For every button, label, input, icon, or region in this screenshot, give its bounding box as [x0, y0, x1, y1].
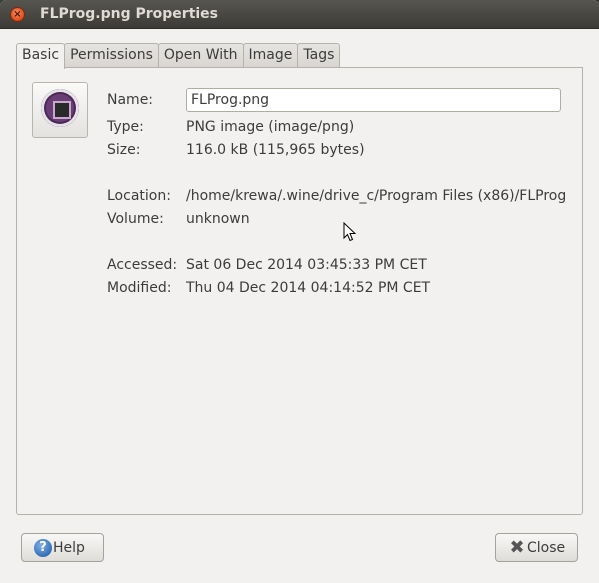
question-icon: ? — [34, 538, 52, 557]
accessed-value: Sat 06 Dec 2014 03:45:33 PM CET — [186, 257, 427, 273]
window-close-button[interactable]: × — [10, 7, 25, 22]
thumbnail-image — [41, 89, 79, 127]
file-thumbnail[interactable] — [32, 82, 88, 138]
title-bar[interactable]: × FLProg.png Properties — [0, 0, 599, 29]
cursor-arrow-icon — [343, 221, 357, 242]
properties-window: × FLProg.png Properties Basic Permission… — [0, 0, 599, 583]
size-label: Size: — [107, 142, 141, 158]
modified-value: Thu 04 Dec 2014 04:14:52 PM CET — [186, 280, 431, 296]
tab-image[interactable]: Image — [242, 43, 299, 68]
location-label: Location: — [107, 188, 171, 204]
close-button-label: Close — [527, 539, 566, 556]
basic-panel: Name: Type: PNG image (image/png) Size: … — [16, 67, 583, 515]
help-button-label: Help — [53, 539, 85, 556]
tab-permissions[interactable]: Permissions — [64, 43, 159, 68]
name-field[interactable] — [186, 88, 561, 112]
tab-tags[interactable]: Tags — [297, 43, 341, 68]
volume-value: unknown — [186, 211, 250, 227]
tab-bar: Basic Permissions Open With Image Tags — [16, 43, 341, 69]
modified-label: Modified: — [107, 280, 172, 296]
close-x-icon: ✖ — [509, 536, 525, 558]
window-title: FLProg.png Properties — [40, 6, 219, 22]
type-label: Type: — [107, 119, 144, 135]
name-label: Name: — [107, 92, 154, 108]
close-button[interactable]: ✖ Close — [495, 533, 578, 562]
volume-label: Volume: — [107, 211, 164, 227]
help-button[interactable]: ? Help — [21, 533, 104, 562]
tab-basic[interactable]: Basic — [16, 43, 66, 69]
type-value: PNG image (image/png) — [186, 119, 355, 135]
close-icon: × — [13, 9, 22, 20]
location-value: /home/krewa/.wine/drive_c/Program Files … — [186, 188, 567, 204]
tab-open-with[interactable]: Open With — [157, 43, 244, 68]
size-value: 116.0 kB (115,965 bytes) — [186, 142, 365, 158]
accessed-label: Accessed: — [107, 257, 178, 273]
